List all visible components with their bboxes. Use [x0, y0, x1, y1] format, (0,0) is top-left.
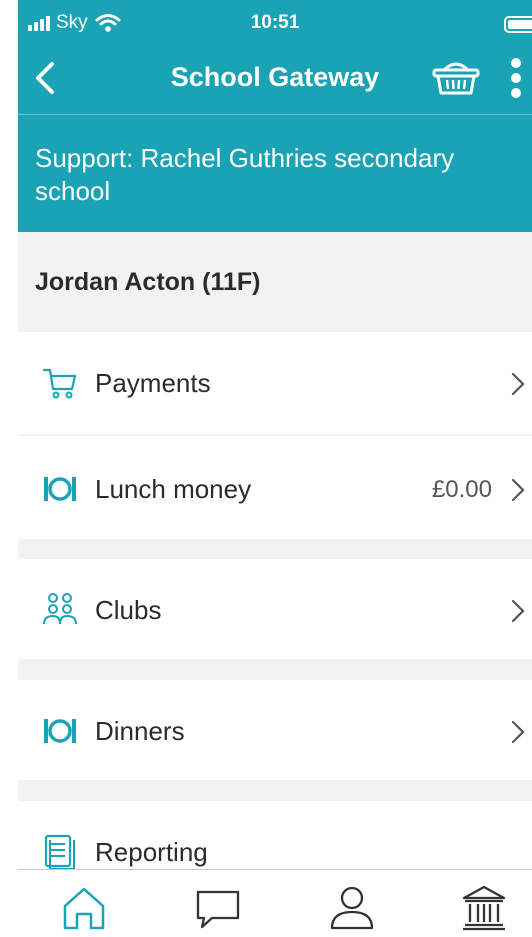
battery-icon	[504, 16, 532, 33]
menu-item-label: Lunch money	[95, 474, 252, 504]
menu-item-label: Reporting	[95, 837, 208, 867]
tab-profile[interactable]	[328, 884, 376, 932]
bank-icon	[462, 885, 506, 931]
nav-bar: School Gateway	[18, 42, 532, 114]
tab-bank[interactable]	[460, 884, 508, 932]
basket-button[interactable]	[430, 58, 482, 98]
menu-item-reporting[interactable]: Reporting	[18, 801, 532, 870]
home-icon	[63, 887, 105, 930]
menu-item-label: Clubs	[95, 595, 162, 625]
section-gap	[18, 659, 532, 680]
section-gap	[18, 780, 532, 801]
status-time: 10:51	[250, 12, 300, 33]
basket-icon	[432, 62, 480, 95]
menu-item-payments[interactable]: Payments	[18, 332, 532, 434]
app-screen: Sky 10:51 School Gateway Support: Rachel…	[0, 0, 532, 937]
chat-icon	[196, 890, 240, 929]
lunch-money-balance: £0.00	[431, 476, 492, 503]
chevron-right-icon	[511, 599, 525, 623]
document-icon	[44, 834, 75, 870]
left-gutter	[0, 0, 18, 937]
menu-item-dinners[interactable]: Dinners	[18, 680, 532, 780]
more-button[interactable]	[504, 56, 528, 100]
chevron-right-icon	[511, 478, 525, 502]
chevron-right-icon	[511, 720, 525, 744]
menu-item-lunch-money[interactable]: Lunch money £0.00	[18, 436, 532, 539]
chevron-right-icon	[511, 372, 525, 396]
group-icon	[43, 593, 77, 625]
tab-home[interactable]	[60, 884, 108, 932]
menu-item-label: Payments	[95, 368, 211, 398]
student-name: Jordan Acton (11F)	[35, 268, 261, 296]
cutlery-icon	[44, 719, 76, 743]
menu-item-clubs[interactable]: Clubs	[18, 559, 532, 659]
user-icon	[330, 886, 374, 930]
cutlery-icon	[44, 477, 76, 501]
student-header: Jordan Acton (11F)	[18, 232, 532, 332]
support-banner: Support: Rachel Guthries secondary schoo…	[18, 115, 532, 232]
menu-item-label: Dinners	[95, 716, 185, 746]
tab-messages[interactable]	[194, 884, 242, 932]
more-vertical-icon	[511, 58, 521, 98]
cart-icon	[42, 368, 77, 399]
section-gap	[18, 539, 532, 559]
status-bar: Sky 10:51	[18, 8, 532, 42]
tab-bar	[18, 869, 532, 937]
support-text: Support: Rachel Guthries secondary schoo…	[35, 143, 455, 206]
